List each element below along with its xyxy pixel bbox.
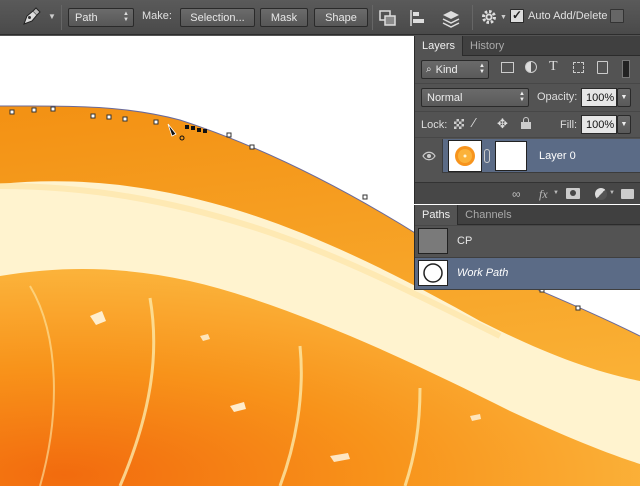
path-thumbnail	[418, 228, 448, 254]
blend-mode-select[interactable]: Normal ▲ ▼	[421, 88, 529, 107]
path-alignment-icon[interactable]	[408, 8, 428, 28]
path-thumbnail	[418, 260, 448, 286]
chevron-down-icon: ▼	[500, 14, 507, 21]
auto-add-delete-checkbox[interactable]	[510, 8, 524, 23]
make-label: Make:	[142, 10, 172, 22]
fill-input[interactable]: 100%	[581, 115, 617, 134]
separator	[61, 5, 62, 30]
lock-label: Lock:	[421, 119, 448, 131]
lock-all-icon[interactable]	[521, 117, 531, 129]
blend-mode-value: Normal	[427, 91, 463, 104]
filter-toggle[interactable]	[622, 60, 630, 78]
opacity-dropdown[interactable]: ▼	[617, 88, 631, 107]
link-icon[interactable]: ∞	[512, 187, 521, 201]
path-row-work-path[interactable]: Work Path	[415, 258, 640, 290]
pen-tool-icon	[23, 7, 41, 25]
layers-panel-footer: ∞ fx ▼ ▼	[415, 182, 640, 204]
layers-panel: Layers History ⌕ Kind ▲ ▼ T Normal ▲ ▼ Opa…	[414, 36, 640, 204]
search-icon: ⌕	[426, 64, 432, 75]
auto-add-delete-label: Auto Add/Delete	[528, 10, 608, 22]
layer-thumbnail[interactable]	[448, 140, 482, 172]
lock-transparency-icon[interactable]	[454, 119, 464, 129]
select-arrows-icon: ▲ ▼	[123, 11, 129, 23]
opacity-label: Opacity:	[537, 91, 578, 103]
pen-tool-preset[interactable]: ▼	[20, 6, 56, 29]
mask-icon[interactable]	[566, 188, 580, 199]
image-filter-icon[interactable]	[501, 62, 514, 73]
adjustment-icon[interactable]	[595, 188, 607, 200]
adjustment-filter-icon[interactable]	[525, 61, 537, 73]
circle-path-icon	[423, 263, 443, 283]
fill-label: Fill:	[560, 119, 578, 131]
type-filter-icon[interactable]: T	[549, 59, 558, 75]
options-bar: ▼ Path ▲ ▼ Make: Selection... Mask Shape …	[0, 0, 640, 35]
orange-thumbnail-icon	[455, 146, 475, 166]
paths-panel-tabs: Paths Channels	[415, 205, 640, 225]
layer-name[interactable]: Layer 0	[539, 150, 576, 162]
separator	[472, 5, 473, 30]
chevron-down-icon: ▼	[553, 190, 559, 196]
path-row-cp[interactable]: CP	[415, 226, 640, 258]
tab-history[interactable]: History	[463, 36, 511, 56]
layer-mask-thumbnail[interactable]	[495, 141, 527, 171]
lock-position-icon[interactable]: ✥	[497, 116, 508, 132]
make-selection-button[interactable]: Selection...	[180, 8, 255, 27]
smart-object-filter-icon[interactable]	[597, 61, 608, 74]
separator	[372, 5, 373, 30]
tab-channels[interactable]: Channels	[458, 205, 518, 225]
lock-pixels-icon[interactable]: ⁄	[473, 115, 475, 130]
fx-icon[interactable]: fx	[539, 187, 548, 202]
path-name: CP	[457, 235, 473, 247]
chain-link-icon[interactable]	[484, 149, 490, 163]
make-mask-button[interactable]: Mask	[260, 8, 308, 27]
tab-layers[interactable]: Layers	[415, 36, 464, 56]
layer-filter-row: ⌕ Kind ▲ ▼ T	[415, 56, 640, 84]
blend-mode-row: Normal ▲ ▼ Opacity: 100% ▼	[415, 84, 640, 112]
path-name: Work Path	[457, 267, 509, 279]
layers-panel-tabs: Layers History	[415, 36, 640, 56]
opacity-input[interactable]: 100%	[581, 88, 617, 107]
shape-filter-icon[interactable]	[573, 62, 584, 73]
tab-paths[interactable]: Paths	[415, 205, 459, 225]
tool-mode-value: Path	[75, 11, 98, 24]
path-arrangement-icon[interactable]	[440, 7, 462, 29]
filter-kind-value: Kind	[435, 63, 458, 76]
make-shape-button[interactable]: Shape	[314, 8, 368, 27]
rubber-band-checkbox[interactable]	[610, 9, 624, 23]
select-arrows-icon: ▲ ▼	[519, 91, 525, 103]
chevron-down-icon: ▼	[620, 94, 628, 101]
chevron-down-icon: ▼	[620, 121, 628, 128]
layer-row[interactable]: Layer 0	[415, 139, 640, 173]
path-operations-icon[interactable]	[378, 8, 398, 28]
chevron-down-icon: ▼	[609, 190, 615, 196]
eye-icon[interactable]	[415, 139, 443, 173]
lock-row: Lock: ⁄ ✥ Fill: 100% ▼	[415, 112, 640, 138]
layer-filter-select[interactable]: ⌕ Kind ▲ ▼	[421, 60, 489, 79]
paths-panel: Paths Channels CP Work Path	[414, 205, 640, 290]
geometry-options[interactable]: ▼	[480, 8, 507, 28]
select-arrows-icon: ▲ ▼	[479, 63, 485, 75]
chevron-down-icon: ▼	[48, 12, 56, 21]
tool-mode-select[interactable]: Path ▲ ▼	[68, 8, 134, 27]
fill-dropdown[interactable]: ▼	[617, 115, 631, 134]
folder-icon[interactable]	[621, 189, 634, 199]
gear-icon	[482, 10, 496, 24]
